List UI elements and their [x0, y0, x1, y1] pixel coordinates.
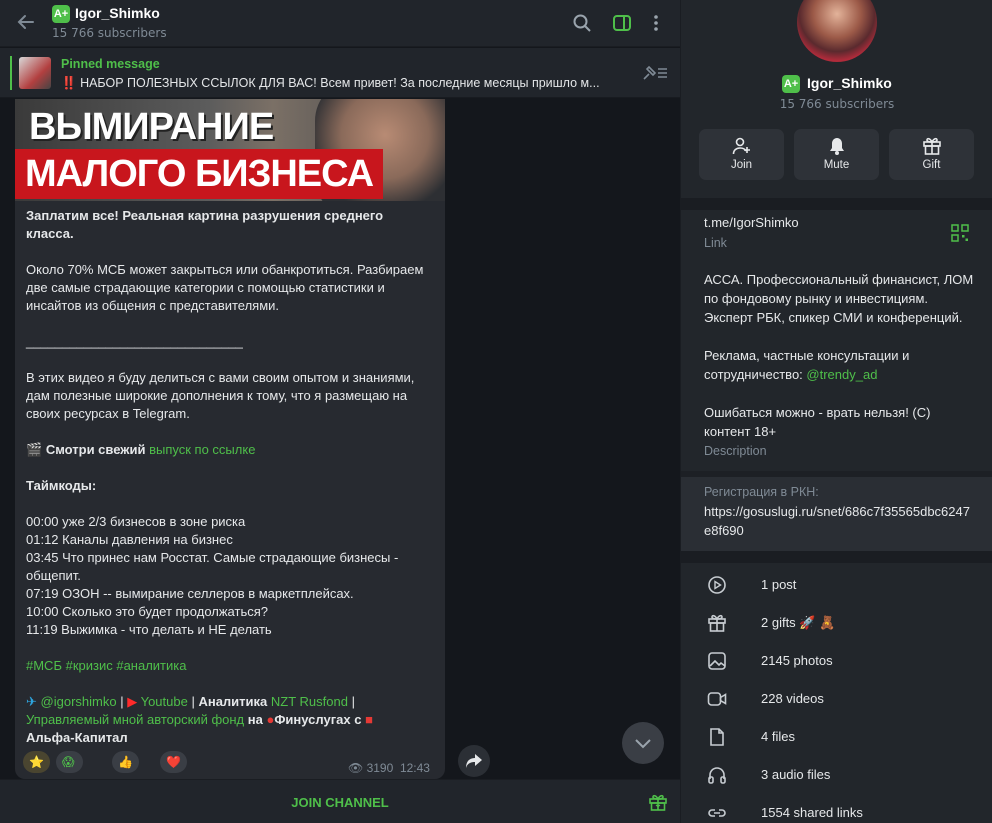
views-icon: 👁 — [348, 761, 364, 775]
join-button[interactable]: Join — [699, 129, 784, 180]
fund-link[interactable]: Управляемый мной авторский фонд — [26, 712, 244, 727]
rkn-link[interactable]: https://gosuslugi.ru/snet/686c7f35565dbc… — [704, 502, 974, 540]
link-icon — [708, 809, 726, 817]
pinned-thumbnail — [19, 57, 51, 89]
sidebar-toggle-icon[interactable] — [612, 13, 632, 33]
gift-icon — [923, 137, 941, 155]
stat-photos[interactable]: 2145 photos — [681, 642, 992, 680]
rkn-section: Регистрация в РКН: https://gosuslugi.ru/… — [681, 477, 992, 551]
play-circle-icon — [708, 576, 726, 594]
gift-button[interactable]: Gift — [889, 129, 974, 180]
ad-contact-link[interactable]: @trendy_ad — [806, 367, 877, 382]
profile-panel: A+ Igor_Shimko 15 766 subscribers Join M… — [680, 0, 992, 823]
section-divider — [681, 198, 992, 210]
reaction-heart[interactable]: ❤️ 5 — [160, 751, 187, 779]
pinned-message-bar[interactable]: Pinned message ‼️ НАБОР ПОЛЕЗНЫХ ССЫЛОК … — [0, 48, 680, 98]
bell-icon — [830, 138, 844, 155]
timecodes-title: Таймкоды: — [26, 478, 97, 493]
post-headline: Заплатим все! Реальная картина разрушени… — [26, 208, 387, 241]
watch-link[interactable]: выпуск по ссылке — [149, 442, 255, 457]
view-count: 3190 — [366, 761, 394, 775]
share-button[interactable] — [458, 745, 490, 777]
channel-avatar[interactable] — [797, 0, 877, 62]
join-bar: JOIN CHANNEL — [0, 779, 680, 823]
reaction-star[interactable]: ⭐ — [23, 751, 50, 773]
youtube-icon: ▶ — [127, 694, 138, 709]
gift-icon — [708, 614, 726, 632]
alfa-icon: ■ — [365, 712, 373, 727]
telegram-window: A+ Igor_Shimko 15 766 subscribers Pinned… — [0, 0, 992, 823]
stat-gifts[interactable]: 2 gifts 🚀 🧸 — [681, 604, 992, 642]
double-exclamation-icon: ‼️ — [61, 76, 77, 90]
headphones-icon — [708, 767, 726, 784]
profile-link[interactable]: t.me/IgorShimko — [704, 213, 799, 232]
post-time: 12:43 — [399, 761, 430, 775]
profile-title: Igor_Shimko — [807, 75, 892, 91]
more-options-icon[interactable] — [646, 13, 666, 33]
telegram-handle-link[interactable]: @igorshimko — [41, 694, 117, 709]
pinned-label: Pinned message — [61, 57, 160, 71]
section-divider — [681, 551, 992, 563]
add-user-icon — [732, 137, 750, 155]
post-meta: 👁 3190 12:43 — [348, 761, 430, 775]
profile-subscribers: 15 766 subscribers — [779, 97, 895, 111]
description-caption: Description — [704, 444, 767, 458]
share-arrow-icon — [466, 754, 482, 768]
back-arrow-icon[interactable] — [16, 12, 36, 32]
reaction-scream[interactable]: 😱 14 — [56, 751, 84, 779]
photo-icon — [708, 652, 726, 670]
stat-links[interactable]: 1554 shared links — [681, 794, 992, 823]
post-separator: ______________________________ — [26, 334, 243, 349]
file-icon — [710, 728, 724, 746]
pinned-text: ‼️ НАБОР ПОЛЕЗНЫХ ССЫЛОК ДЛЯ ВАС! Всем п… — [61, 76, 600, 90]
qr-code-icon[interactable] — [951, 224, 969, 242]
nzt-link[interactable]: NZT Rusfond — [271, 694, 348, 709]
hashtags[interactable]: #МСБ #кризис #аналитика — [26, 658, 186, 673]
channel-badge-icon: A+ — [782, 75, 800, 93]
chevron-down-icon — [635, 739, 651, 749]
banner-title-line1: ВЫМИРАНИЕ — [29, 106, 274, 148]
youtube-link[interactable]: Youtube — [141, 694, 188, 709]
reaction-thumbs-up[interactable]: 👍 9 — [112, 751, 139, 779]
mute-button[interactable]: Mute — [794, 129, 879, 180]
search-icon[interactable] — [572, 13, 592, 33]
rkn-title: Регистрация в РКН: — [704, 485, 819, 499]
stat-files[interactable]: 4 files — [681, 718, 992, 756]
telegram-icon: ✈ — [26, 694, 37, 709]
channel-title[interactable]: Igor_Shimko — [75, 5, 160, 21]
join-channel-button[interactable]: JOIN CHANNEL — [0, 795, 680, 810]
pinned-indicator — [10, 56, 12, 90]
gift-icon[interactable] — [648, 792, 668, 812]
channel-badge-icon: A+ — [52, 5, 70, 23]
watch-text: Смотри свежий — [45, 442, 150, 457]
post-paragraph-2: В этих видео я буду делиться с вами свои… — [26, 370, 419, 421]
post-paragraph-1: Около 70% МСБ может закрыться или обанкр… — [26, 262, 428, 313]
link-caption: Link — [704, 236, 727, 250]
channel-post: ВЫМИРАНИЕ МАЛОГО БИЗНЕСА Заплатим все! Р… — [15, 99, 445, 779]
pin-list-icon[interactable] — [641, 64, 669, 82]
stat-audio[interactable]: 3 audio files — [681, 756, 992, 794]
scroll-down-button[interactable] — [622, 722, 664, 764]
post-preview-image[interactable]: ВЫМИРАНИЕ МАЛОГО БИЗНЕСА — [15, 99, 445, 201]
subscriber-count: 15 766 subscribers — [52, 26, 167, 40]
timecodes-list: 00:00 уже 2/3 бизнесов в зоне риска 01:1… — [26, 514, 399, 637]
alfa-capital-text: Альфа-Капитал — [26, 730, 128, 745]
chat-header: A+ Igor_Shimko 15 766 subscribers — [0, 0, 680, 47]
banner-title-line2: МАЛОГО БИЗНЕСА — [15, 149, 384, 199]
clapper-icon: 🎬 — [26, 442, 43, 457]
chat-area: A+ Igor_Shimko 15 766 subscribers Pinned… — [0, 0, 680, 823]
profile-description: АССА. Профессиональный финансист, ЛОМ по… — [704, 272, 974, 439]
post-text: Заплатим все! Реальная картина разрушени… — [26, 208, 428, 745]
stat-posts[interactable]: 1 post — [681, 566, 992, 604]
stat-videos[interactable]: 228 videos — [681, 680, 992, 718]
video-icon — [707, 692, 727, 706]
